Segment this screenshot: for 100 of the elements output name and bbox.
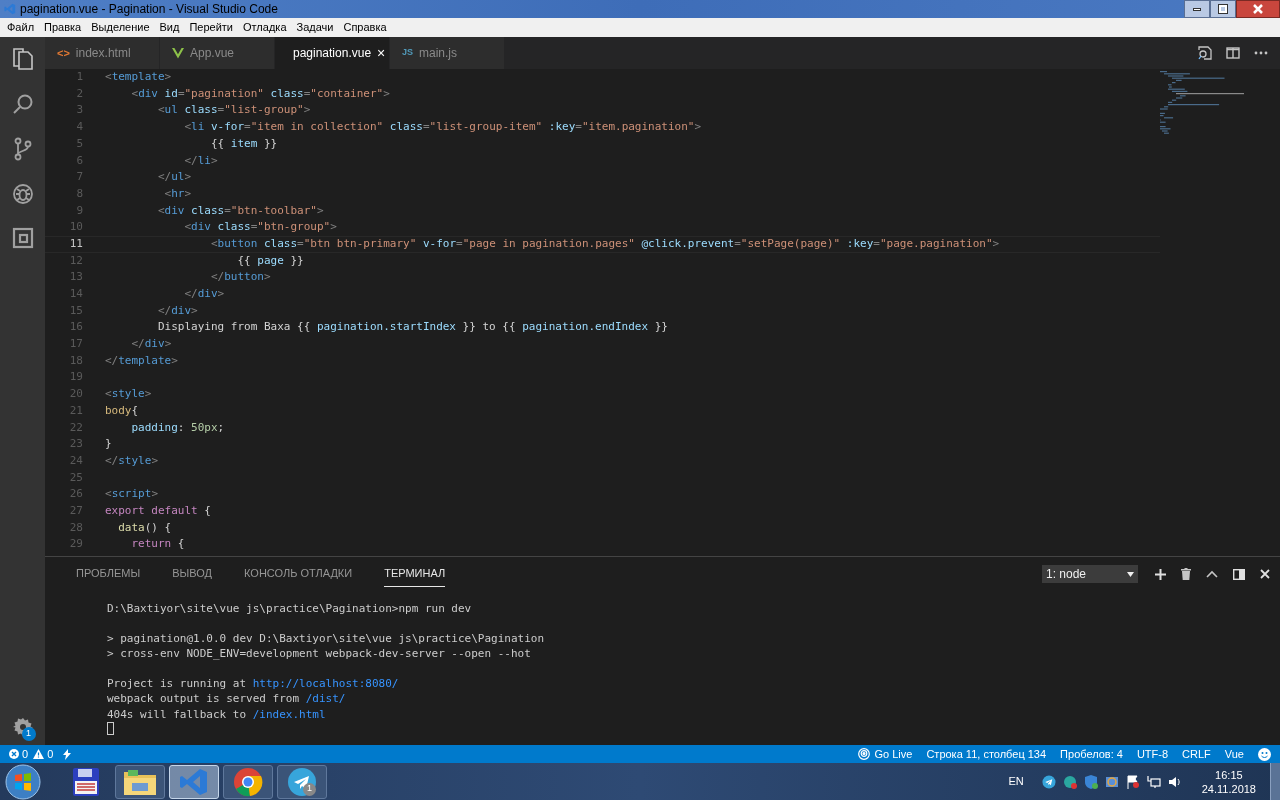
menu-item[interactable]: Отладка — [238, 19, 292, 36]
taskbar-app[interactable] — [223, 764, 273, 799]
broadcast-icon — [858, 748, 871, 760]
code-line: <div class="btn-group"> — [183, 219, 337, 236]
vue-icon — [172, 47, 184, 59]
panel-tab[interactable]: ТЕРМИНАЛ — [384, 561, 446, 587]
files-icon[interactable] — [11, 47, 34, 71]
code-line: </div> — [183, 286, 225, 303]
line-number: 12 — [68, 252, 83, 269]
taskbar-app[interactable] — [115, 764, 165, 799]
line-number: 8 — [75, 185, 83, 202]
code-line: </template> — [105, 352, 178, 369]
notification-badge: 1 — [21, 727, 36, 741]
status-item[interactable]: Строка 11, столбец 134 — [926, 745, 1047, 763]
tab-close-button[interactable]: × — [377, 42, 386, 64]
extensions-icon[interactable] — [11, 227, 34, 249]
line-number: 20 — [68, 386, 83, 403]
line-number: 1 — [75, 69, 83, 86]
js-icon: JS — [402, 46, 413, 60]
code-line: <li v-for="item in collection" class="list-group-item" :key="item.pagination"> — [183, 119, 702, 136]
plus-icon[interactable] — [1155, 568, 1166, 580]
menu-item[interactable]: Правка — [39, 19, 87, 36]
status-item[interactable]: Пробелов: 4 — [1060, 745, 1123, 763]
split-editor-icon[interactable] — [1226, 47, 1240, 59]
terminal-line: Project is running at http://localhost:8080/ — [107, 675, 400, 691]
menu-item[interactable]: Задачи — [291, 19, 339, 36]
editor-tab[interactable]: <> index.html — [45, 37, 160, 69]
more-icon[interactable] — [1254, 51, 1268, 55]
close-icon — [1253, 4, 1263, 14]
code-line: <div class="btn-toolbar"> — [156, 202, 324, 219]
clock-time[interactable]: 16:15 — [1215, 767, 1243, 782]
lightning-icon[interactable] — [63, 748, 72, 760]
error-icon — [9, 749, 19, 759]
minimize-button[interactable] — [1184, 0, 1210, 18]
restore-button[interactable] — [1210, 0, 1236, 18]
code-line: return { — [130, 536, 185, 553]
flag-icon[interactable] — [1125, 774, 1140, 789]
terminal-select[interactable]: 1: node — [1042, 565, 1138, 583]
smiley-icon[interactable] — [1258, 747, 1271, 761]
editor-tab[interactable]: JS main.js — [390, 37, 505, 69]
line-number: 9 — [75, 202, 83, 219]
panel-layout-icon[interactable] — [1233, 568, 1245, 580]
close-icon[interactable] — [1260, 569, 1270, 579]
bug-icon[interactable] — [11, 183, 34, 205]
line-number: 6 — [75, 152, 83, 169]
line-number: 19 — [68, 369, 83, 386]
code-line: </div> — [156, 302, 198, 319]
chevron-up-icon[interactable] — [1206, 570, 1218, 578]
status-item[interactable]: CRLF — [1182, 745, 1211, 763]
status-item[interactable]: Go Live — [858, 745, 913, 763]
menu-item[interactable]: Вид — [154, 19, 185, 36]
line-number: 14 — [68, 286, 83, 303]
close-button[interactable] — [1236, 0, 1280, 18]
terminal-line: 404s will fallback to /index.html — [107, 706, 327, 722]
error-count[interactable]: 0 — [22, 745, 29, 763]
search-icon[interactable] — [11, 93, 34, 115]
code-line: <hr> — [163, 185, 192, 202]
code-line: Displaying from Baxa {{ pagination.startIndex }} to {{ pagination.endIndex }} — [156, 319, 668, 336]
code-line: <style> — [105, 386, 152, 403]
code-line: <script> — [105, 486, 158, 503]
panel-tab[interactable]: ВЫВОД — [172, 561, 213, 587]
menu-item[interactable]: Справка — [338, 19, 392, 36]
editor-tab[interactable]: App.vue — [160, 37, 275, 69]
line-number: 26 — [68, 486, 83, 503]
menu-item[interactable]: Файл — [2, 19, 40, 36]
network-icon[interactable] — [1146, 774, 1161, 789]
warning-count[interactable]: 0 — [47, 745, 54, 763]
status-item[interactable]: UTF-8 — [1136, 745, 1169, 763]
tab-label: App.vue — [190, 45, 235, 62]
editor-tab[interactable]: pagination.vue × — [275, 37, 390, 69]
open-preview-icon[interactable] — [1198, 46, 1212, 60]
vscode-icon — [4, 3, 16, 15]
menu-item[interactable]: Перейти — [184, 19, 238, 36]
tab-label: index.html — [75, 45, 131, 62]
line-number: 17 — [68, 336, 83, 353]
terminal-line: > pagination@1.0.0 dev D:\Baxtiyor\site\vue js\practice\Pagination — [107, 630, 546, 646]
speaker-icon[interactable] — [1167, 774, 1182, 789]
chrome-icon — [233, 766, 263, 797]
language-indicator[interactable]: EN — [1008, 773, 1024, 790]
line-number: 2 — [75, 85, 83, 102]
line-number: 11 — [68, 235, 83, 252]
clock-date[interactable]: 24.11.2018 — [1201, 781, 1256, 796]
code-line: </style> — [105, 452, 158, 469]
source-control-icon[interactable] — [12, 137, 33, 161]
line-number: 27 — [68, 502, 83, 519]
terminal-line: webpack output is served from /dist/ — [107, 691, 347, 707]
panel-tab[interactable]: ПРОБЛЕМЫ — [76, 561, 141, 587]
panel-tab[interactable]: КОНСОЛЬ ОТЛАДКИ — [244, 561, 353, 587]
line-number: 3 — [75, 102, 83, 119]
line-number: 21 — [68, 402, 83, 419]
status-item[interactable]: Vue — [1224, 745, 1244, 763]
menu-item[interactable]: Выделение — [86, 19, 155, 36]
code-line: </button> — [209, 269, 271, 286]
trash-icon[interactable] — [1181, 568, 1191, 580]
vscode-icon — [179, 766, 209, 797]
code-line: export default { — [105, 502, 211, 519]
telegram-icon[interactable] — [1041, 774, 1056, 789]
code-line: </li> — [183, 152, 218, 169]
taskbar-app[interactable]: 1 — [277, 764, 327, 799]
start-button[interactable] — [5, 763, 41, 800]
